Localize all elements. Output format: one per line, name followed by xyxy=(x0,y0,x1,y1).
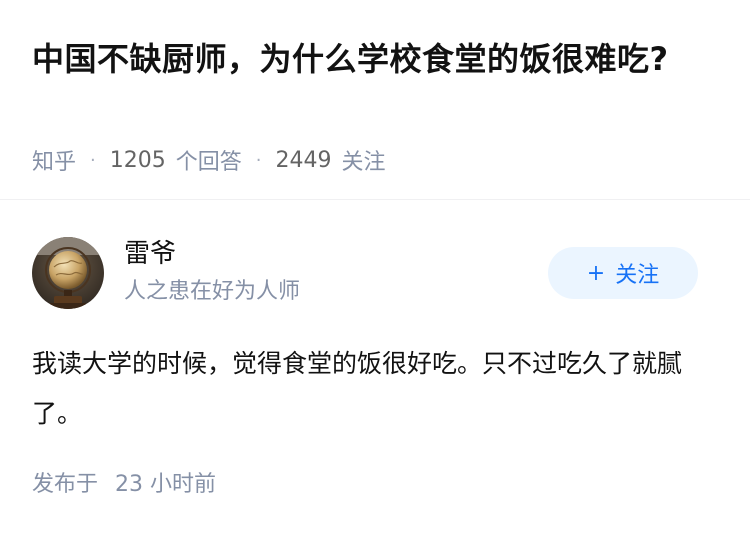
question-meta: 知乎 · 1205 个回答 · 2449 关注 xyxy=(32,144,386,176)
follow-button[interactable]: + 关注 xyxy=(548,247,698,299)
source-label[interactable]: 知乎 xyxy=(32,144,76,176)
answer-content[interactable]: 我读大学的时候，觉得食堂的饭很好吃。只不过吃久了就腻了。 xyxy=(32,339,712,439)
answer-count-label: 个回答 xyxy=(175,150,242,175)
answer-card: 雷爷 人之患在好为人师 + 关注 我读大学的时候，觉得食堂的饭很好吃。只不过吃久… xyxy=(0,201,750,538)
time-value: 23 小时前 xyxy=(115,472,217,497)
plus-icon: + xyxy=(586,260,606,286)
time-prefix: 发布于 xyxy=(32,472,99,497)
globe-avatar-icon xyxy=(32,237,104,309)
meta-separator: · xyxy=(90,149,96,171)
author-headline: 人之患在好为人师 xyxy=(124,279,301,304)
follower-count-label: 关注 xyxy=(341,150,386,175)
answer-timestamp: 发布于 23 小时前 xyxy=(32,470,216,500)
question-title[interactable]: 中国不缺厨师，为什么学校食堂的饭很难吃? xyxy=(32,34,712,84)
author-avatar[interactable] xyxy=(32,237,104,309)
answer-count: 1205 xyxy=(109,147,166,173)
question-header: 中国不缺厨师，为什么学校食堂的饭很难吃? 知乎 · 1205 个回答 · 244… xyxy=(0,0,750,200)
follow-button-label: 关注 xyxy=(615,263,660,288)
follower-count: 2449 xyxy=(275,147,332,173)
author-name[interactable]: 雷爷 xyxy=(124,237,176,271)
meta-separator: · xyxy=(255,149,262,171)
